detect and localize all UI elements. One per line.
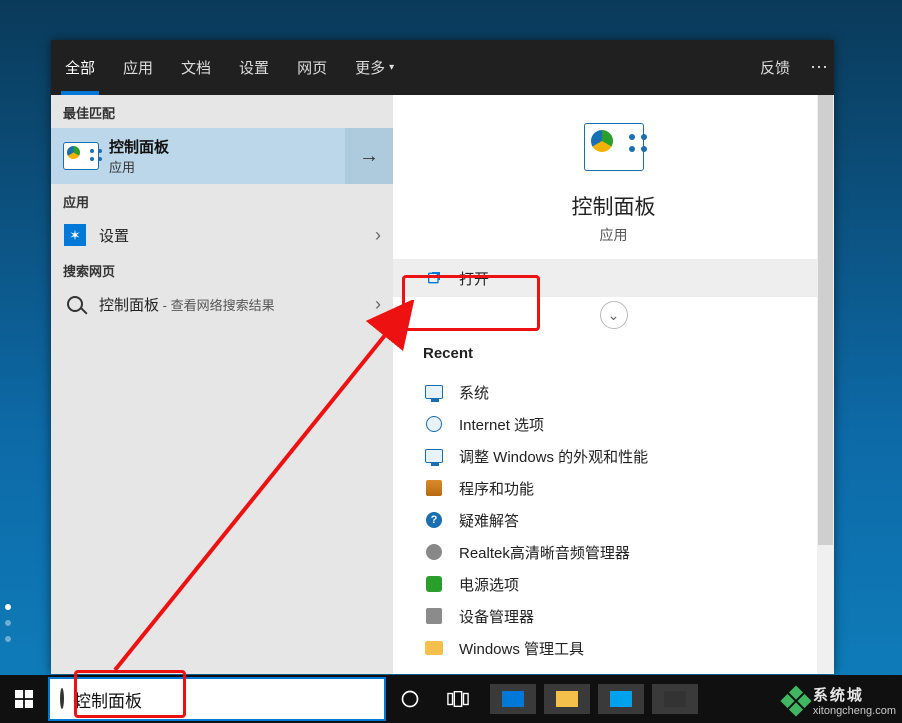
result-item-settings[interactable]: ✶ 设置 › bbox=[51, 217, 393, 253]
monitor-icon bbox=[423, 447, 445, 465]
power-icon bbox=[423, 575, 445, 593]
recent-block: Recent 系统 Internet 选项 调整 Windows 的外观和性能 … bbox=[393, 345, 834, 664]
folder-icon bbox=[423, 639, 445, 657]
recent-item-label: 设备管理器 bbox=[459, 606, 534, 627]
result-item-web-search[interactable]: 控制面板 - 查看网络搜索结果 › bbox=[51, 286, 393, 322]
apps-header: 应用 bbox=[51, 184, 393, 217]
recent-item-label: 调整 Windows 的外观和性能 bbox=[459, 446, 648, 467]
device-icon bbox=[423, 607, 445, 625]
detail-title: 控制面板 bbox=[393, 191, 834, 221]
recent-item-label: Windows 管理工具 bbox=[459, 638, 584, 659]
tab-settings[interactable]: 设置 bbox=[225, 40, 283, 95]
windows-logo-icon bbox=[15, 690, 33, 708]
best-match-expand-button[interactable]: → bbox=[345, 128, 393, 184]
settings-icon: ✶ bbox=[63, 224, 87, 246]
search-icon bbox=[63, 296, 87, 312]
tab-more-label: 更多 bbox=[355, 57, 385, 78]
web-item-term: 控制面板 bbox=[99, 297, 159, 314]
best-match-title: 控制面板 bbox=[109, 136, 169, 157]
globe-icon bbox=[423, 415, 445, 433]
cortana-icon bbox=[400, 689, 420, 709]
tab-more[interactable]: 更多 ▾ bbox=[341, 40, 408, 95]
watermark: 系统城 xitongcheng.com bbox=[785, 684, 896, 717]
open-action-label: 打开 bbox=[459, 268, 489, 289]
control-panel-icon-large bbox=[584, 123, 644, 171]
search-web-header: 搜索网页 bbox=[51, 253, 393, 286]
tab-apps[interactable]: 应用 bbox=[109, 40, 167, 95]
tab-all[interactable]: 全部 bbox=[51, 40, 109, 95]
task-view-button[interactable] bbox=[434, 675, 482, 723]
taskbar bbox=[0, 675, 902, 723]
recent-item-device-manager[interactable]: 设备管理器 bbox=[423, 600, 804, 632]
best-match-item[interactable]: 控制面板 应用 bbox=[51, 128, 345, 184]
result-item-label: 控制面板 - 查看网络搜索结果 bbox=[99, 294, 275, 315]
recent-header: Recent bbox=[423, 345, 804, 362]
recent-item-realtek[interactable]: Realtek高清晰音频管理器 bbox=[423, 536, 804, 568]
monitor-icon bbox=[423, 383, 445, 401]
search-icon bbox=[60, 690, 64, 708]
recent-item-label: 系统 bbox=[459, 382, 489, 403]
recent-item-internet-options[interactable]: Internet 选项 bbox=[423, 408, 804, 440]
recent-item-label: 疑难解答 bbox=[459, 510, 519, 531]
recent-item-label: 电源选项 bbox=[459, 574, 519, 595]
task-view-icon bbox=[447, 690, 469, 708]
more-options-button[interactable]: ⋯ bbox=[804, 40, 834, 95]
tab-web[interactable]: 网页 bbox=[283, 40, 341, 95]
start-button[interactable] bbox=[0, 675, 48, 723]
windows-search-panel: 全部 应用 文档 设置 网页 更多 ▾ 反馈 ⋯ 最佳匹配 控制面板 应用 bbox=[51, 40, 834, 674]
open-icon bbox=[423, 270, 445, 286]
recent-item-label: 程序和功能 bbox=[459, 478, 534, 499]
taskbar-app-4[interactable] bbox=[652, 684, 698, 714]
taskbar-app-2[interactable] bbox=[544, 684, 590, 714]
web-item-sub: - 查看网络搜索结果 bbox=[159, 298, 275, 313]
recent-item-programs[interactable]: 程序和功能 bbox=[423, 472, 804, 504]
result-item-label: 设置 bbox=[99, 225, 129, 246]
expand-actions-button[interactable]: ⌄ bbox=[600, 301, 628, 329]
chevron-right-icon: › bbox=[375, 294, 381, 315]
recent-item-power[interactable]: 电源选项 bbox=[423, 568, 804, 600]
search-results-pane: 最佳匹配 控制面板 应用 → 应用 ✶ 设置 › 搜索网页 bbox=[51, 95, 393, 674]
chevron-right-icon: › bbox=[375, 225, 381, 246]
feedback-button[interactable]: 反馈 bbox=[746, 40, 804, 95]
taskbar-search-box[interactable] bbox=[48, 677, 386, 721]
scrollbar[interactable] bbox=[817, 95, 834, 674]
recent-item-admin-tools[interactable]: Windows 管理工具 bbox=[423, 632, 804, 664]
detail-subtitle: 应用 bbox=[393, 225, 834, 245]
scrollbar-thumb[interactable] bbox=[818, 95, 833, 545]
page-indicator-dots bbox=[5, 604, 11, 610]
watermark-title: 系统城 bbox=[813, 684, 896, 705]
taskbar-search-input[interactable] bbox=[74, 689, 374, 709]
recent-item-system[interactable]: 系统 bbox=[423, 376, 804, 408]
chevron-down-icon: ▾ bbox=[389, 62, 394, 73]
control-panel-icon bbox=[63, 140, 99, 172]
cortana-button[interactable] bbox=[386, 675, 434, 723]
search-preview-pane: 控制面板 应用 打开 ⌄ Recent 系统 Internet 选项 bbox=[393, 95, 834, 674]
search-tabs-bar: 全部 应用 文档 设置 网页 更多 ▾ 反馈 ⋯ bbox=[51, 40, 834, 95]
detail-hero: 控制面板 应用 bbox=[393, 95, 834, 259]
recent-item-performance[interactable]: 调整 Windows 的外观和性能 bbox=[423, 440, 804, 472]
best-match-row: 控制面板 应用 → bbox=[51, 128, 393, 184]
watermark-url: xitongcheng.com bbox=[813, 705, 896, 717]
best-match-header: 最佳匹配 bbox=[51, 95, 393, 128]
watermark-logo-icon bbox=[780, 685, 811, 716]
box-icon bbox=[423, 479, 445, 497]
taskbar-app-1[interactable] bbox=[490, 684, 536, 714]
recent-item-troubleshoot[interactable]: ? 疑难解答 bbox=[423, 504, 804, 536]
search-main-area: 最佳匹配 控制面板 应用 → 应用 ✶ 设置 › 搜索网页 bbox=[51, 95, 834, 674]
recent-item-label: Realtek高清晰音频管理器 bbox=[459, 542, 630, 563]
help-icon: ? bbox=[423, 511, 445, 529]
taskbar-app-3[interactable] bbox=[598, 684, 644, 714]
sound-icon bbox=[423, 543, 445, 561]
open-action[interactable]: 打开 bbox=[393, 259, 834, 297]
best-match-subtitle: 应用 bbox=[109, 157, 169, 176]
recent-item-label: Internet 选项 bbox=[459, 414, 544, 435]
tab-documents[interactable]: 文档 bbox=[167, 40, 225, 95]
